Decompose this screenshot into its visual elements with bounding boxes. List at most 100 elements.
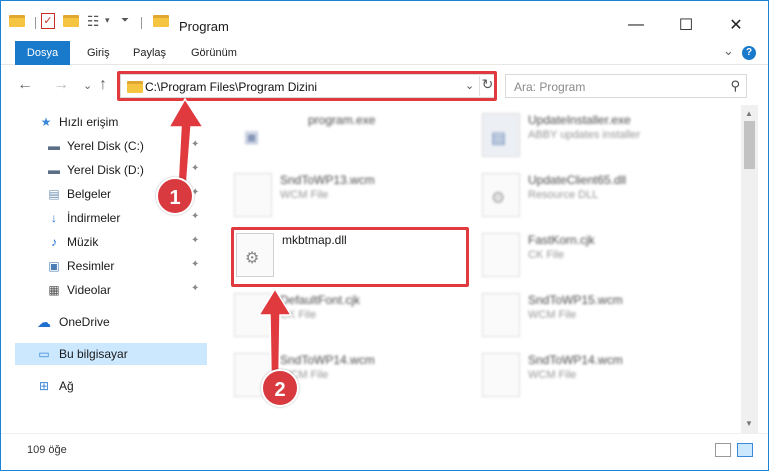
large-icons-view-icon[interactable] [737,443,753,457]
window-title: Program [179,19,229,34]
close-button[interactable]: ✕ [713,10,759,40]
list-item[interactable]: ⚙ UpdateClient65.dll Resource DLL [482,169,722,219]
sidebar-item-drive-c[interactable]: ▬ Yerel Disk (C:) ✦ [1,135,207,157]
step-badge-2: 2 [261,369,299,407]
sidebar-item-music[interactable]: ♪ Müzik ✦ [1,231,207,253]
tab-view[interactable]: Görünüm [183,41,245,65]
search-input[interactable]: Ara: Program [514,80,585,94]
navigation-pane: ★ Hızlı erişim ▬ Yerel Disk (C:) ✦ ▬ Yer… [1,105,207,433]
drive-icon: ▬ [48,163,60,177]
network-icon: ⊞ [38,379,50,393]
downloads-icon: ↓ [51,211,57,225]
pin-icon[interactable]: ✦ [191,163,199,174]
scroll-down-icon[interactable]: ▼ [745,419,753,428]
pictures-icon: ▣ [48,259,60,273]
new-folder-icon[interactable] [63,15,79,27]
list-item[interactable]: ▣ program.exe [236,109,476,159]
list-item[interactable]: SndToWP13.wcm WCM File [234,169,474,219]
file-name: SndToWP14.wcm [528,353,623,367]
file-name: SndToWP13.wcm [280,173,375,187]
cloud-icon: ☁ [37,313,51,330]
file-type: WCM File [528,369,577,381]
file-icon [482,353,520,397]
list-item[interactable]: FastKorn.cjk CK File [482,229,722,279]
up-button[interactable]: ↑ [99,76,107,94]
recent-locations-icon[interactable]: ⌄ [83,79,92,92]
file-icon [234,293,272,337]
tab-share[interactable]: Paylaş [125,41,174,65]
properties-icon[interactable]: ✓ [41,13,55,29]
refresh-icon[interactable]: ↻ [479,76,495,96]
pin-icon[interactable]: ✦ [191,235,199,246]
dll-icon: ⚙ [482,173,520,217]
file-icon [482,293,520,337]
computer-icon: ▭ [38,347,50,361]
star-icon: ★ [40,115,52,129]
explorer-window: ✓ ☷ ▾ ⏷ Program — ☐ ✕ Dosya Giriş Paylaş… [0,0,769,471]
file-name: DefaultFont.cjk [280,293,361,307]
navigation-bar: ← → ⌄ ↑ C:\Program Files\Program Dizini … [1,65,768,105]
file-type: Resource DLL [528,189,599,201]
chevron-down-icon[interactable]: ⌄ [465,79,474,92]
file-type: ABBY updates installer [528,129,641,141]
status-bar: 109 öğe [1,433,768,470]
sidebar-item-videos[interactable]: ▦ Videolar ✦ [1,279,207,301]
list-item[interactable]: SndToWP14.wcm WCM File [482,349,722,399]
forward-button[interactable]: → [53,76,69,94]
tab-home[interactable]: Giriş [79,41,118,65]
documents-icon: ▤ [48,187,60,201]
search-icon[interactable]: ⚲ [730,78,740,94]
pin-icon[interactable]: ✦ [191,259,199,270]
pin-icon[interactable]: ✦ [191,139,199,150]
file-type: CK File [528,249,565,261]
pin-icon[interactable]: ✦ [191,211,199,222]
dll-icon: ⚙ [236,233,274,277]
file-name: FastKorn.cjk [528,233,595,247]
sidebar-item-label: OneDrive [59,315,110,329]
sidebar-item-label: Resimler [67,259,115,273]
address-path[interactable]: C:\Program Files\Program Dizini [145,80,317,94]
step-badge-1: 1 [156,177,194,215]
sidebar-item-pictures[interactable]: ▣ Resimler ✦ [1,255,207,277]
list-item-selected-file[interactable]: ⚙ mkbtmap.dll [236,229,476,279]
list-item[interactable]: ▤ UpdateInstaller.exe ABBY updates insta… [482,109,722,159]
sidebar-item-label: Ağ [59,379,74,393]
sidebar-item-label: Müzik [67,235,99,249]
search-box[interactable]: Ara: Program ⚲ [505,74,747,98]
list-item[interactable]: DefaultFont.cjk CK File [234,289,474,339]
scroll-thumb[interactable] [744,121,755,169]
sidebar-item-network[interactable]: ⊞ Ağ [1,375,207,397]
maximize-button[interactable]: ☐ [663,10,709,40]
sidebar-item-label: Belgeler [67,187,112,201]
window-folder-icon [153,15,169,27]
address-bar[interactable]: C:\Program Files\Program Dizini ⌄ ↻ [120,74,495,98]
separator [141,17,142,29]
videos-icon: ▦ [48,283,60,297]
minimize-button[interactable]: — [613,10,659,40]
back-button[interactable]: ← [17,76,33,94]
sidebar-item-label: Yerel Disk (D:) [67,163,144,177]
music-icon: ♪ [51,235,57,249]
vertical-scrollbar[interactable]: ▲ ▼ [741,105,758,433]
sidebar-item-quick-access[interactable]: ★ Hızlı erişim [1,111,207,133]
file-icon [234,173,272,217]
details-view-icon[interactable] [715,443,731,457]
file-icon [482,233,520,277]
quick-access-menu-icon[interactable]: ⏷ [121,15,129,26]
file-name: UpdateClient65.dll [528,173,627,187]
tab-file[interactable]: Dosya [15,41,70,65]
chevron-down-icon[interactable]: ▾ [105,15,110,26]
file-name: UpdateInstaller.exe [528,113,631,127]
file-type: CK File [280,309,317,321]
sidebar-item-onedrive[interactable]: ☁ OneDrive [1,311,207,333]
pin-icon[interactable]: ✦ [191,283,199,294]
installer-icon: ▤ [482,113,520,157]
help-icon[interactable]: ? [742,46,756,60]
sidebar-item-label: Videolar [67,283,111,297]
sidebar-item-label: Yerel Disk (C:) [67,139,144,153]
ribbon-expand-icon[interactable]: ⌄ [723,43,734,59]
sidebar-item-this-pc[interactable]: ▭ Bu bilgisayar [15,343,207,365]
customize-icon[interactable]: ☷ [87,13,100,30]
scroll-up-icon[interactable]: ▲ [745,109,753,118]
list-item[interactable]: SndToWP15.wcm WCM File [482,289,722,339]
